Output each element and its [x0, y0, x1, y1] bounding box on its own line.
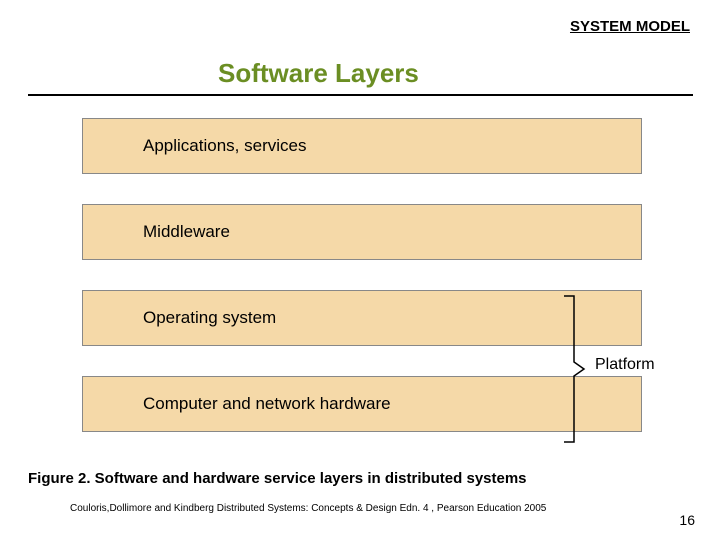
layer-label: Middleware — [143, 222, 230, 242]
layer-gap — [82, 346, 642, 376]
platform-label: Platform — [595, 356, 655, 374]
layer-os: Operating system — [82, 290, 642, 346]
layer-gap — [82, 174, 642, 204]
citation-text: Couloris,Dollimore and Kindberg Distribu… — [70, 503, 546, 514]
layer-middleware: Middleware — [82, 204, 642, 260]
title-underline — [28, 94, 693, 96]
layer-label: Computer and network hardware — [143, 394, 391, 414]
page-number: 16 — [679, 512, 695, 528]
slide-title: Software Layers — [218, 58, 419, 89]
layers-diagram: Applications, services Middleware Operat… — [82, 118, 642, 432]
layer-label: Applications, services — [143, 136, 306, 156]
layer-label: Operating system — [143, 308, 276, 328]
layer-gap — [82, 260, 642, 290]
header-label: SYSTEM MODEL — [570, 18, 690, 35]
figure-caption: Figure 2. Software and hardware service … — [28, 470, 527, 487]
layer-applications: Applications, services — [82, 118, 642, 174]
layer-hardware: Computer and network hardware — [82, 376, 642, 432]
